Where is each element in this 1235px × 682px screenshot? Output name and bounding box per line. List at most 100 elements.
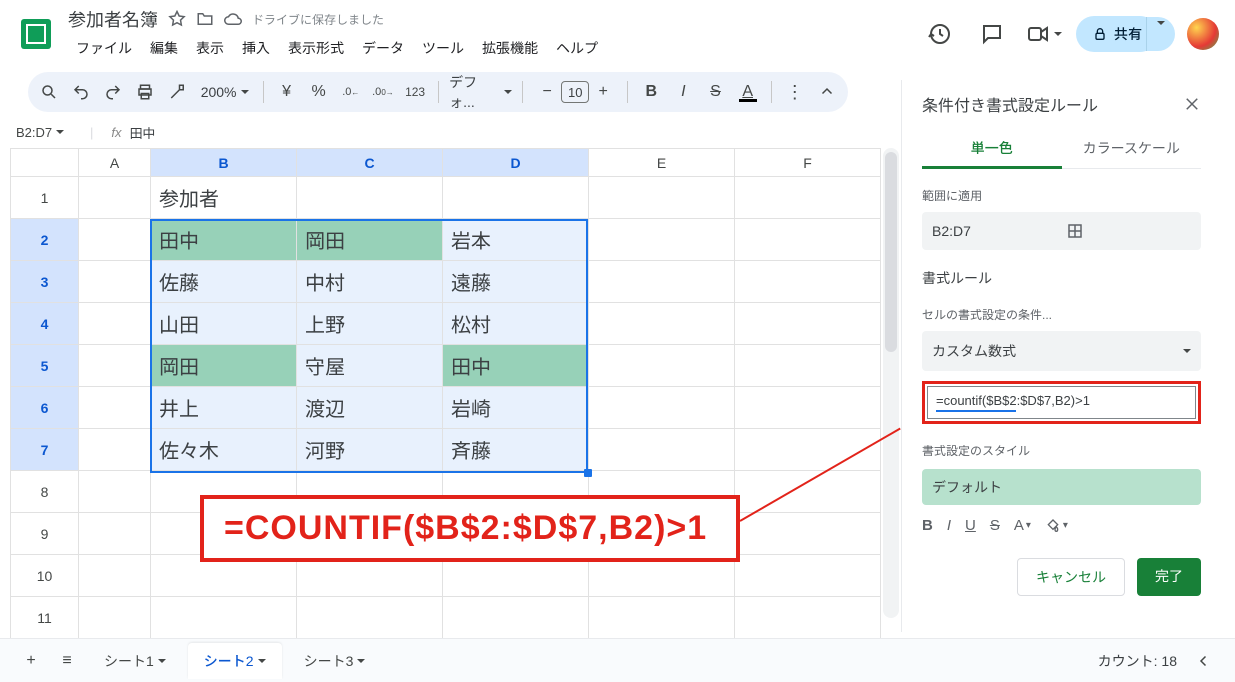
- cell[interactable]: 守屋: [297, 345, 443, 387]
- cell[interactable]: [297, 597, 443, 639]
- row-header-6[interactable]: 6: [11, 387, 79, 429]
- menu-view[interactable]: 表示: [188, 34, 232, 62]
- cell[interactable]: 佐々木: [151, 429, 297, 471]
- cell[interactable]: 岡田: [151, 345, 297, 387]
- font-size-input[interactable]: 10: [561, 81, 589, 103]
- cell[interactable]: [79, 555, 151, 597]
- menu-file[interactable]: ファイル: [68, 34, 140, 62]
- increase-decimal-button[interactable]: .00→: [370, 78, 396, 106]
- cloud-saved-icon[interactable]: [224, 10, 242, 28]
- share-dropdown[interactable]: [1146, 17, 1175, 51]
- custom-formula-input[interactable]: =countif($B$2:$D$7,B2)>1: [927, 386, 1196, 419]
- move-icon[interactable]: [196, 10, 214, 28]
- select-all-corner[interactable]: [11, 149, 79, 177]
- decrease-decimal-button[interactable]: .0←: [338, 78, 364, 106]
- cell[interactable]: [735, 219, 881, 261]
- apply-range-input[interactable]: B2:D7: [922, 212, 1201, 250]
- cell[interactable]: [735, 387, 881, 429]
- done-button[interactable]: 完了: [1137, 558, 1201, 596]
- cell[interactable]: 渡辺: [297, 387, 443, 429]
- font-select[interactable]: デフォ...: [449, 72, 512, 112]
- cell[interactable]: [735, 555, 881, 597]
- fmt-underline-button[interactable]: U: [965, 517, 976, 534]
- condition-select[interactable]: カスタム数式: [922, 331, 1201, 371]
- menu-insert[interactable]: 挿入: [234, 34, 278, 62]
- fmt-strike-button[interactable]: S: [990, 517, 1000, 534]
- cell[interactable]: 参加者: [151, 177, 297, 219]
- history-icon[interactable]: [920, 14, 960, 54]
- cell[interactable]: [589, 177, 735, 219]
- count-indicator[interactable]: カウント: 18: [1098, 651, 1177, 671]
- style-preview[interactable]: デフォルト: [922, 469, 1201, 505]
- cell[interactable]: 中村: [297, 261, 443, 303]
- more-toolbar-icon[interactable]: [782, 78, 808, 106]
- cell[interactable]: 岩本: [443, 219, 589, 261]
- collapse-toolbar-icon[interactable]: [814, 78, 840, 106]
- cell[interactable]: [589, 345, 735, 387]
- cell[interactable]: 田中: [443, 345, 589, 387]
- formula-bar[interactable]: 田中: [130, 123, 156, 142]
- cell[interactable]: [735, 429, 881, 471]
- fmt-italic-button[interactable]: I: [947, 517, 951, 534]
- cell[interactable]: [79, 303, 151, 345]
- paint-format-icon[interactable]: [165, 78, 191, 106]
- cell[interactable]: [735, 177, 881, 219]
- col-F[interactable]: F: [735, 149, 881, 177]
- add-sheet-icon[interactable]: +: [16, 646, 46, 676]
- cell[interactable]: 松村: [443, 303, 589, 345]
- cell[interactable]: [735, 471, 881, 513]
- cell[interactable]: [79, 345, 151, 387]
- cell[interactable]: [589, 261, 735, 303]
- menu-data[interactable]: データ: [354, 34, 412, 62]
- cell[interactable]: [589, 387, 735, 429]
- cell[interactable]: 岡田: [297, 219, 443, 261]
- col-C[interactable]: C: [297, 149, 443, 177]
- cell[interactable]: 山田: [151, 303, 297, 345]
- row-header-9[interactable]: 9: [11, 513, 79, 555]
- document-title[interactable]: 参加者名簿: [68, 6, 158, 32]
- cell[interactable]: [735, 345, 881, 387]
- menu-extensions[interactable]: 拡張機能: [474, 34, 546, 62]
- cell[interactable]: [589, 303, 735, 345]
- row-header-5[interactable]: 5: [11, 345, 79, 387]
- cell[interactable]: [443, 597, 589, 639]
- cell[interactable]: 岩崎: [443, 387, 589, 429]
- col-D[interactable]: D: [443, 149, 589, 177]
- cell[interactable]: [589, 219, 735, 261]
- fmt-bold-button[interactable]: B: [922, 517, 933, 534]
- cell[interactable]: 佐藤: [151, 261, 297, 303]
- cell[interactable]: 斉藤: [443, 429, 589, 471]
- cell[interactable]: [79, 261, 151, 303]
- selection-handle[interactable]: [584, 469, 592, 477]
- cell[interactable]: [443, 177, 589, 219]
- sheet-tab-1[interactable]: シート1: [88, 643, 182, 679]
- menu-help[interactable]: ヘルプ: [548, 34, 606, 62]
- col-A[interactable]: A: [79, 149, 151, 177]
- italic-button[interactable]: I: [670, 78, 696, 106]
- search-icon[interactable]: [36, 78, 62, 106]
- sheet-tab-3[interactable]: シート3: [288, 643, 382, 679]
- cell[interactable]: [79, 597, 151, 639]
- comment-icon[interactable]: [972, 14, 1012, 54]
- menu-edit[interactable]: 編集: [142, 34, 186, 62]
- name-box[interactable]: B2:D7: [10, 125, 90, 140]
- row-header-7[interactable]: 7: [11, 429, 79, 471]
- cell[interactable]: [79, 219, 151, 261]
- cell[interactable]: 上野: [297, 303, 443, 345]
- star-icon[interactable]: [168, 10, 186, 28]
- cell[interactable]: [735, 513, 881, 555]
- row-header-2[interactable]: 2: [11, 219, 79, 261]
- row-header-4[interactable]: 4: [11, 303, 79, 345]
- sheet-tab-2[interactable]: シート2: [188, 643, 282, 679]
- tab-color-scale[interactable]: カラースケール: [1062, 130, 1202, 168]
- print-icon[interactable]: [132, 78, 158, 106]
- cell[interactable]: 河野: [297, 429, 443, 471]
- percent-button[interactable]: %: [306, 78, 332, 106]
- select-range-icon[interactable]: [1066, 222, 1192, 240]
- row-header-8[interactable]: 8: [11, 471, 79, 513]
- cell[interactable]: [79, 387, 151, 429]
- close-icon[interactable]: [1183, 95, 1201, 113]
- cell[interactable]: 田中: [151, 219, 297, 261]
- cell[interactable]: [79, 513, 151, 555]
- spreadsheet-grid[interactable]: A B C D E F 1参加者2田中岡田岩本3佐藤中村遠藤4山田上野松村5岡田…: [10, 148, 881, 639]
